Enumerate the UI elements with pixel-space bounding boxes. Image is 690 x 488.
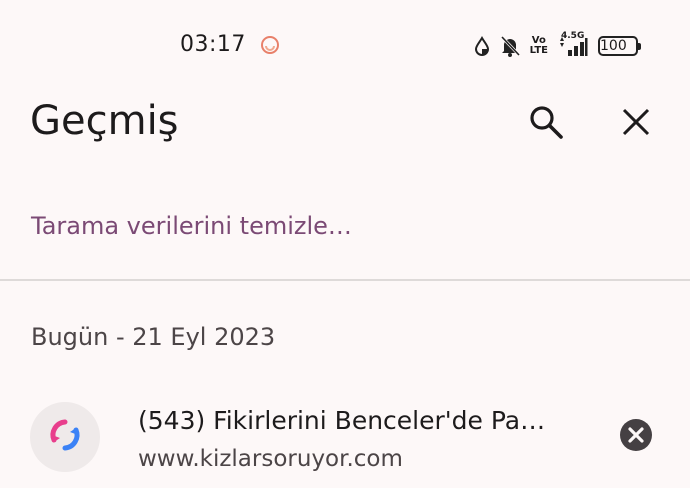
battery-level: 100	[600, 38, 627, 54]
status-bar: 03:17 Vo LTE 4.5G 100	[0, 0, 690, 90]
search-button[interactable]	[524, 102, 568, 146]
battery-icon: 100	[598, 36, 641, 56]
clear-browsing-data-link[interactable]: Tarama verilerini temizle…	[31, 212, 352, 240]
volte-label-bottom: LTE	[529, 45, 548, 56]
signal-icon: 4.5G	[558, 31, 588, 57]
data-saver-icon	[474, 36, 490, 56]
divider	[0, 279, 690, 281]
remove-circle-icon	[619, 418, 653, 456]
search-icon	[528, 104, 564, 144]
bell-off-icon	[500, 35, 520, 57]
close-button[interactable]	[614, 102, 658, 146]
volte-icon: Vo LTE	[530, 36, 548, 56]
status-icons: Vo LTE 4.5G 100	[474, 31, 641, 59]
close-icon	[621, 107, 651, 141]
history-item-title: (543) Fikirlerini Benceler'de Pa…	[138, 406, 546, 435]
site-favicon	[30, 402, 100, 472]
history-item[interactable]: (543) Fikirlerini Benceler'de Pa… www.ki…	[0, 388, 690, 488]
history-item-url: www.kizlarsoruyor.com	[138, 446, 403, 472]
date-header: Bugün - 21 Eyl 2023	[31, 323, 276, 351]
clock-app-icon	[260, 35, 280, 55]
page-title: Geçmiş	[30, 98, 179, 144]
remove-history-item-button[interactable]	[618, 419, 654, 455]
status-time: 03:17	[180, 32, 246, 57]
kizlarsoruyor-logo-icon	[48, 418, 82, 456]
